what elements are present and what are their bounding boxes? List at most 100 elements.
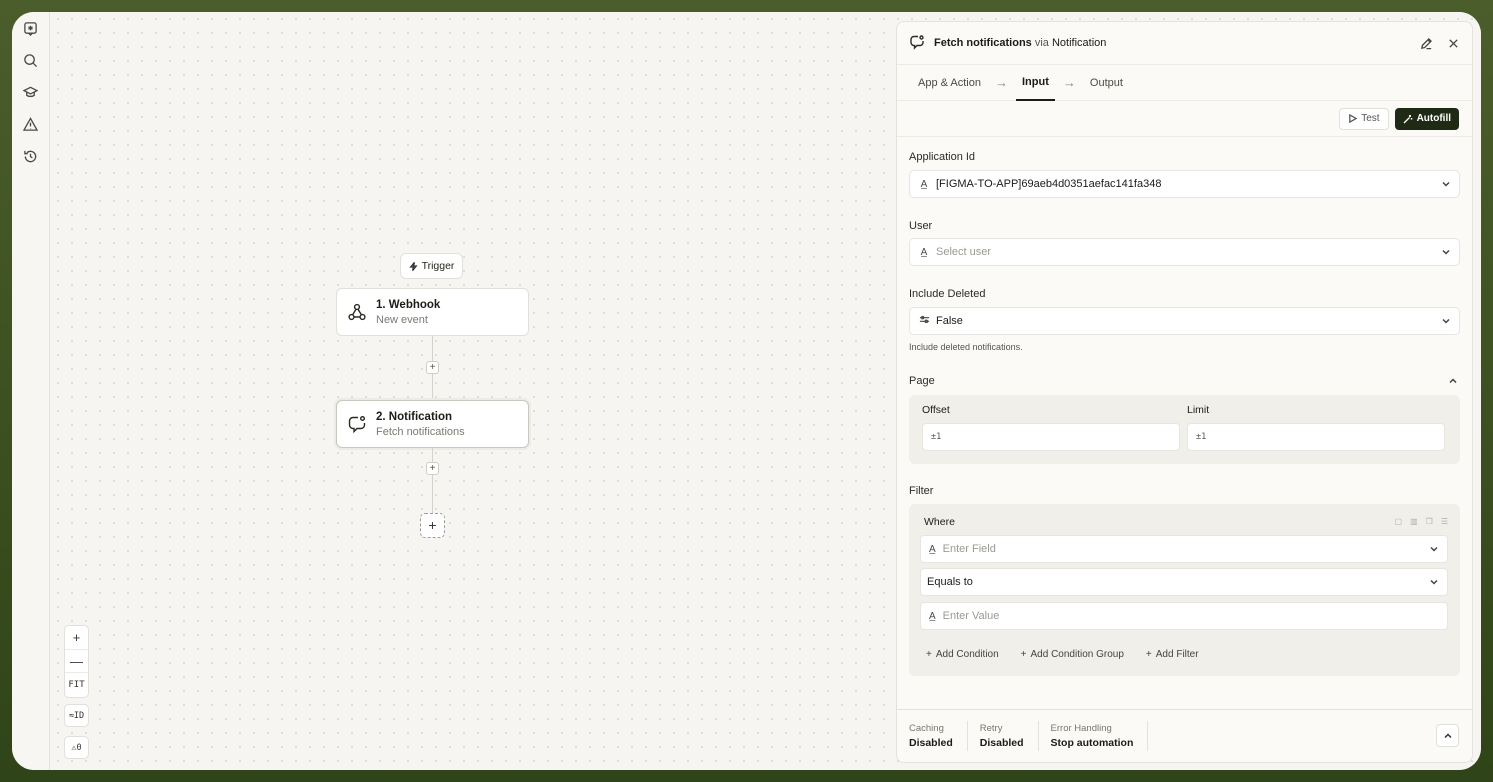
- filter-value-input[interactable]: A̲ Enter Value: [920, 602, 1448, 630]
- text-type-icon: A̲: [920, 178, 928, 190]
- history-icon[interactable]: [20, 147, 42, 166]
- connector-line: [432, 475, 433, 513]
- text-type-icon: A̲: [920, 246, 928, 258]
- plus-icon: +: [1145, 649, 1152, 660]
- caching-value: Disabled: [909, 737, 953, 749]
- limit-input[interactable]: ±1: [1187, 423, 1445, 451]
- test-label: Test: [1361, 113, 1380, 124]
- node-subtitle: New event: [376, 313, 428, 326]
- add-comment-icon[interactable]: ▢: [1395, 517, 1403, 526]
- plus-icon: +: [926, 649, 932, 660]
- trigger-label: Trigger: [421, 260, 455, 272]
- panel-title-app: Notification: [1051, 37, 1107, 49]
- graduation-cap-icon[interactable]: [20, 83, 42, 102]
- application-id-value: [FIGMA-TO-APP]69aeb4d0351aefac141fa348: [936, 178, 1162, 190]
- webhook-icon: [348, 303, 366, 321]
- text-type-icon: A̲: [929, 610, 936, 622]
- duplicate-icon[interactable]: ❐: [1426, 517, 1433, 526]
- caching-label: Caching: [909, 723, 944, 734]
- add-condition-group-label: Add Condition Group: [1030, 649, 1124, 660]
- node-notification[interactable]: 2. Notification Fetch notifications: [336, 400, 529, 448]
- filter-section-label: Filter: [909, 485, 934, 497]
- panel-header: Fetch notifications via Notification: [897, 22, 1472, 65]
- autofill-button[interactable]: Autofill: [1394, 107, 1459, 130]
- include-deleted-select[interactable]: False: [909, 307, 1460, 335]
- edit-icon[interactable]: [1420, 37, 1433, 50]
- filter-operator-select[interactable]: Equals to: [920, 568, 1448, 596]
- node-webhook[interactable]: 1. Webhook New event: [336, 288, 529, 336]
- lightning-icon: [408, 261, 418, 271]
- close-icon[interactable]: [1447, 37, 1460, 50]
- panel-title-via: via: [1034, 37, 1049, 49]
- app-frame: Trigger 1. Webhook New event + 2. Notifi…: [12, 12, 1481, 770]
- id-toggle-button[interactable]: ≈ID: [64, 704, 89, 727]
- user-label: User: [909, 220, 933, 232]
- retry-setting[interactable]: Retry Disabled: [980, 721, 1039, 751]
- chevron-up-icon[interactable]: [1448, 375, 1458, 389]
- tab-app-action[interactable]: App & Action: [912, 65, 987, 101]
- page-section-label: Page: [909, 375, 935, 387]
- filter-add-actions: + Add Condition + Add Condition Group + …: [918, 645, 1207, 664]
- filter-field-select[interactable]: A̲ Enter Field: [920, 535, 1448, 563]
- offset-label: Offset: [922, 404, 950, 416]
- panel-title-action: Fetch notifications: [934, 37, 1032, 49]
- insert-step-button[interactable]: +: [426, 361, 439, 374]
- application-id-select[interactable]: A̲ [FIGMA-TO-APP]69aeb4d0351aefac141fa34…: [909, 170, 1460, 198]
- insert-step-button[interactable]: +: [426, 462, 439, 475]
- connector-line: [432, 374, 433, 400]
- trigger-chip[interactable]: Trigger: [400, 253, 463, 279]
- zoom-controls: + — FIT: [64, 625, 89, 698]
- include-deleted-value: False: [936, 315, 963, 327]
- zoom-in-button[interactable]: +: [65, 626, 88, 649]
- limit-label: Limit: [1187, 404, 1210, 416]
- expand-settings-button[interactable]: [1436, 724, 1459, 747]
- add-condition-group-button[interactable]: + Add Condition Group: [1013, 645, 1132, 664]
- error-handling-setting[interactable]: Error Handling Stop automation: [1051, 721, 1149, 751]
- filter-operator-value: Equals to: [927, 576, 973, 588]
- page-section: Offset ±1 Limit ±1: [909, 395, 1460, 464]
- chat-bubble-icon: [909, 34, 925, 53]
- logo-icon[interactable]: [20, 19, 42, 38]
- add-step-button[interactable]: +: [420, 513, 445, 538]
- filter-section: Where ▢ ▥ ❐ ☰ A̲ Enter Field Equals to A…: [909, 504, 1460, 676]
- retry-label: Retry: [979, 723, 1003, 734]
- left-sidebar: [12, 12, 50, 770]
- node-title: 2. Notification: [376, 410, 453, 423]
- warnings-button[interactable]: ⚠0: [64, 736, 89, 759]
- tab-output[interactable]: Output: [1084, 65, 1129, 101]
- chevron-down-icon: [1441, 179, 1451, 192]
- include-deleted-hint: Include deleted notifications.: [909, 342, 1023, 352]
- user-select[interactable]: A̲ Select user: [909, 238, 1460, 266]
- filter-value-placeholder: Enter Value: [942, 610, 1000, 622]
- filter-actions: ▢ ▥ ❐ ☰: [1395, 517, 1448, 526]
- node-title: 1. Webhook: [376, 298, 441, 311]
- error-handling-value: Stop automation: [1050, 737, 1134, 749]
- offset-input[interactable]: ±1: [922, 423, 1180, 451]
- chevron-down-icon: [1429, 544, 1439, 557]
- chevron-down-icon: [1429, 577, 1439, 590]
- caching-setting[interactable]: Caching Disabled: [909, 721, 968, 751]
- list-icon[interactable]: ☰: [1441, 517, 1448, 526]
- panel-footer: Caching Disabled Retry Disabled Error Ha…: [897, 709, 1472, 762]
- arrow-right-icon: →: [1062, 75, 1076, 90]
- search-icon[interactable]: [20, 51, 42, 70]
- where-label: Where: [924, 516, 955, 528]
- chat-bubble-icon: [348, 416, 366, 434]
- add-condition-button[interactable]: + Add Condition: [918, 645, 1007, 664]
- step-config-panel: Fetch notifications via Notification App…: [896, 21, 1473, 763]
- magic-wand-icon: [1403, 114, 1412, 123]
- play-icon: [1349, 114, 1358, 123]
- warning-icon[interactable]: [20, 115, 42, 134]
- arrow-right-icon: →: [995, 75, 1008, 90]
- delete-icon[interactable]: ▥: [1410, 517, 1418, 526]
- test-button[interactable]: Test: [1339, 107, 1389, 130]
- error-handling-label: Error Handling: [1050, 723, 1112, 734]
- chevron-up-icon: [1443, 732, 1452, 738]
- add-filter-button[interactable]: + Add Filter: [1138, 645, 1207, 664]
- fit-view-button[interactable]: FIT: [65, 672, 88, 697]
- tab-input[interactable]: Input: [1016, 65, 1055, 101]
- zoom-out-button[interactable]: —: [65, 649, 88, 672]
- text-type-icon: A̲: [929, 543, 936, 555]
- add-filter-label: Add Filter: [1155, 649, 1199, 660]
- application-id-label: Application Id: [909, 151, 976, 163]
